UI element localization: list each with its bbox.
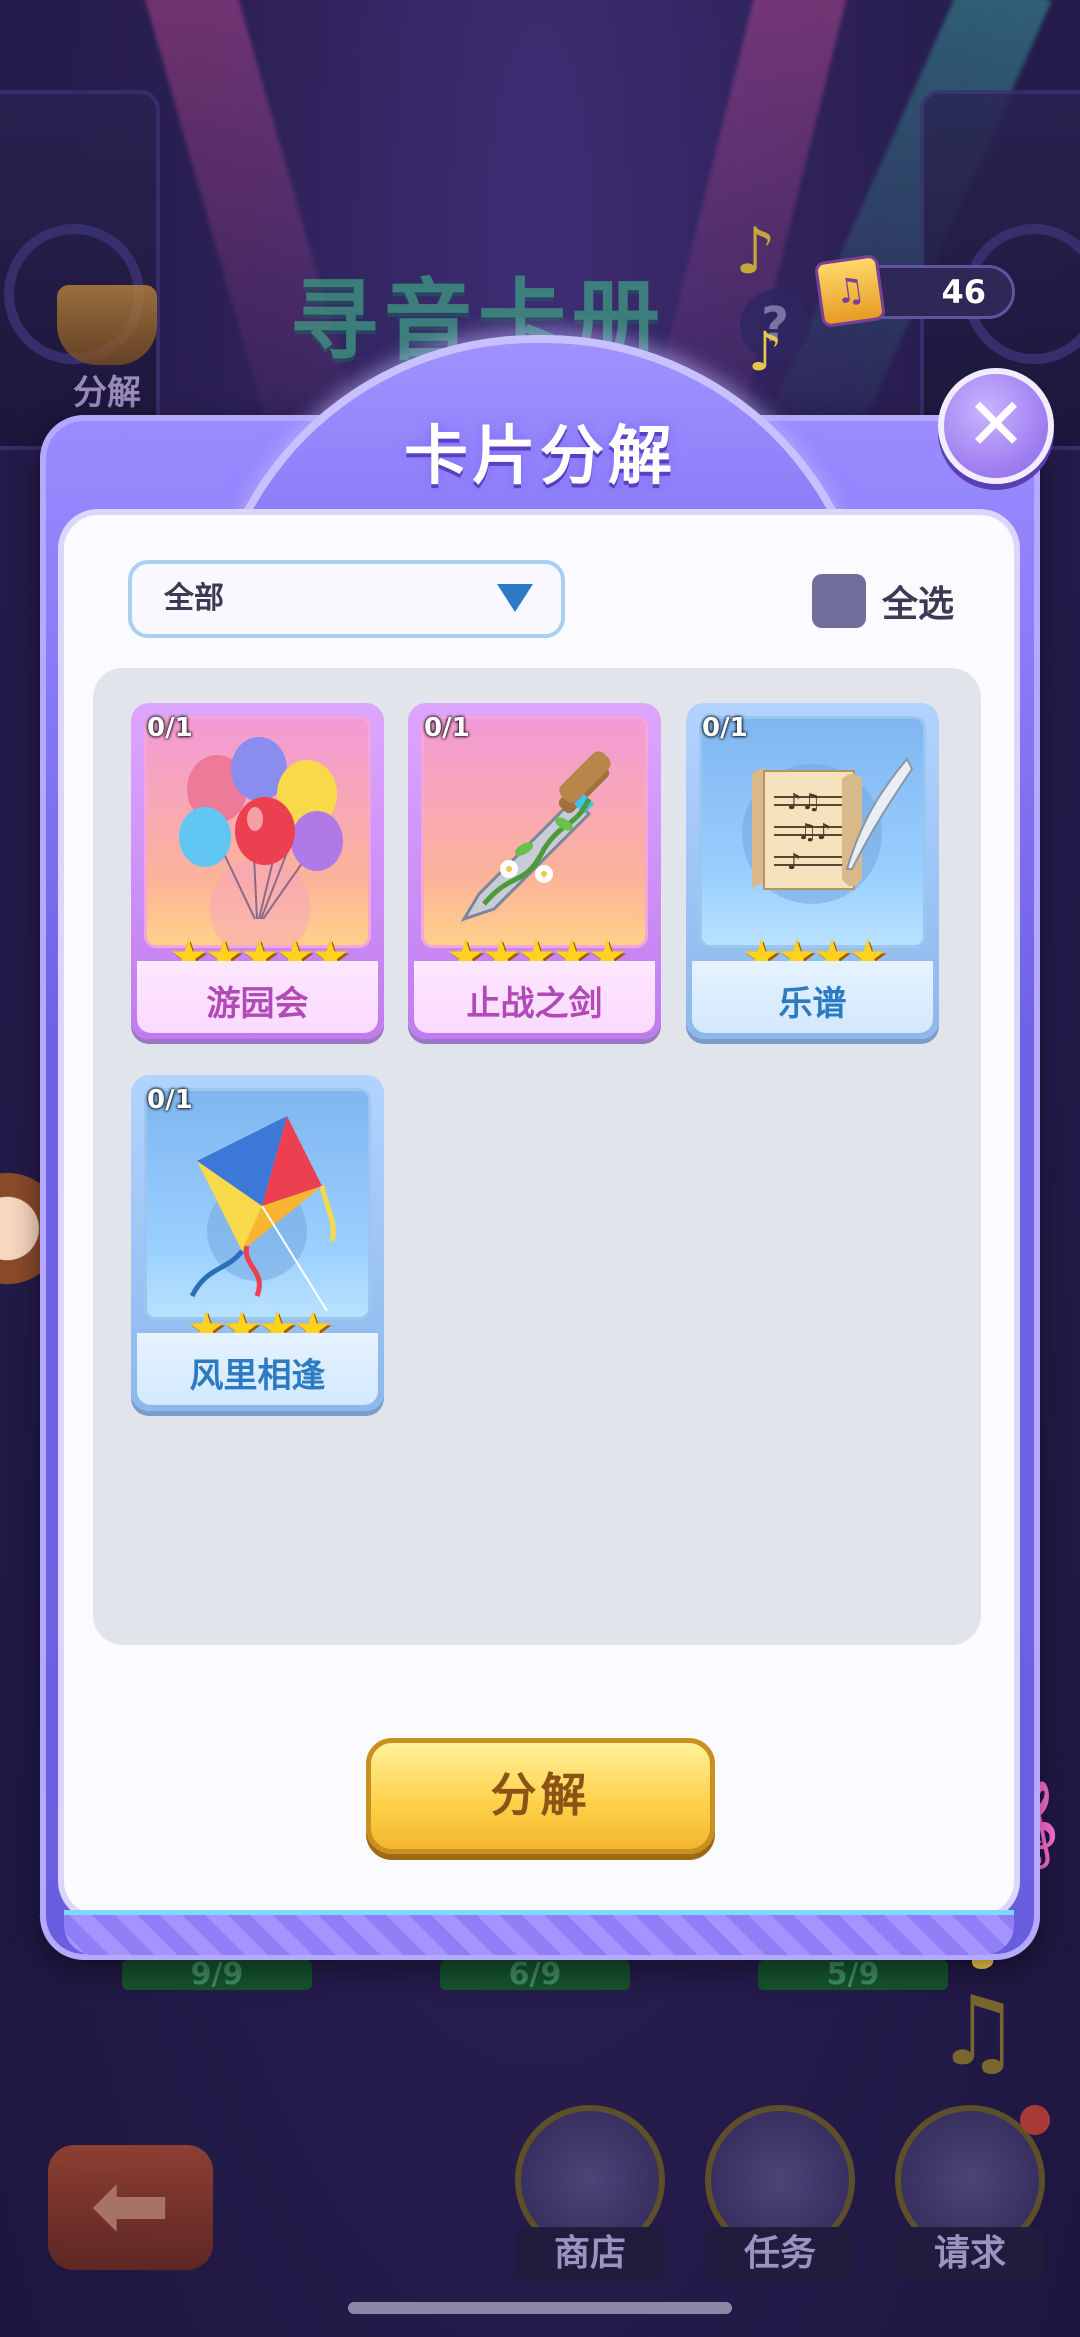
side-decompose-button[interactable]: 分解 [52, 285, 162, 413]
balloons-icon [179, 737, 343, 945]
notification-dot [1020, 2105, 1050, 2135]
music-note-icon: ♪ [735, 215, 776, 289]
music-note-icon: ♪ [748, 320, 783, 383]
nav-tasks-button[interactable]: 任务 [705, 2105, 855, 2281]
card-item[interactable]: ♪♫ ♫♪ ♪ 0/1 ★★★★ 乐谱 [686, 703, 939, 1039]
card-name: 风里相逢 [189, 1356, 326, 1396]
close-icon: ✕ [965, 382, 1027, 466]
music-score-icon: ♪♫ ♫♪ ♪ [742, 757, 914, 904]
filter-selected-value: 全部 [164, 581, 224, 616]
select-all-checkbox[interactable]: 全选 [812, 573, 954, 629]
owned-count: 0/1 [702, 713, 748, 743]
music-card-currency-icon [813, 253, 887, 329]
nav-label: 任务 [705, 2227, 855, 2281]
card-name: 止战之剑 [466, 984, 603, 1024]
basket-icon [57, 285, 157, 365]
dialog-title: 卡片分解 [404, 420, 676, 494]
card-name: 游园会 [206, 984, 309, 1024]
music-note-icon: ♫ [935, 1975, 1022, 2087]
owned-count: 0/1 [147, 713, 193, 743]
side-decompose-label: 分解 [73, 373, 141, 413]
back-button[interactable]: ⬅ [48, 2145, 213, 2270]
card-name: 乐谱 [778, 984, 847, 1024]
owned-count: 0/1 [147, 1085, 193, 1115]
svg-text:♪♫: ♪♫ [787, 790, 821, 815]
progress-label: 6/9 [440, 1960, 630, 1990]
filter-dropdown[interactable]: 全部 [128, 560, 565, 638]
card-item[interactable]: 0/1 ★★★★★ 止战之剑 [408, 703, 661, 1039]
nav-label: 请求 [895, 2227, 1045, 2281]
progress-label: 9/9 [122, 1960, 312, 1990]
chevron-down-icon [497, 584, 533, 612]
card-item[interactable]: 0/1 ★★★★★ 游园会 [131, 703, 384, 1039]
card-art [421, 716, 648, 948]
nav-label: 商店 [515, 2227, 665, 2281]
card-art [144, 1088, 371, 1320]
card-art: ♪♫ ♫♪ ♪ [699, 716, 926, 948]
svg-text:♪: ♪ [787, 850, 801, 875]
owned-count: 0/1 [424, 713, 470, 743]
select-all-label: 全选 [882, 584, 955, 625]
progress-label: 5/9 [758, 1960, 948, 1990]
sword-icon [460, 751, 611, 922]
home-indicator[interactable] [348, 2302, 732, 2314]
nav-shop-button[interactable]: 商店 [515, 2105, 665, 2281]
card-art [144, 716, 371, 948]
arrow-left-icon: ⬅ [90, 2149, 171, 2261]
dialog-bottom-pattern [64, 1915, 1014, 1955]
svg-text:♫♪: ♫♪ [797, 820, 831, 845]
close-button[interactable]: ✕ [938, 368, 1054, 484]
card-item[interactable]: 0/1 ★★★★ 风里相逢 [131, 1075, 384, 1411]
decompose-button[interactable]: 分解 [366, 1738, 715, 1854]
checkbox-icon [812, 574, 866, 628]
kite-icon [189, 1116, 336, 1312]
nav-request-button[interactable]: 请求 [895, 2105, 1045, 2281]
